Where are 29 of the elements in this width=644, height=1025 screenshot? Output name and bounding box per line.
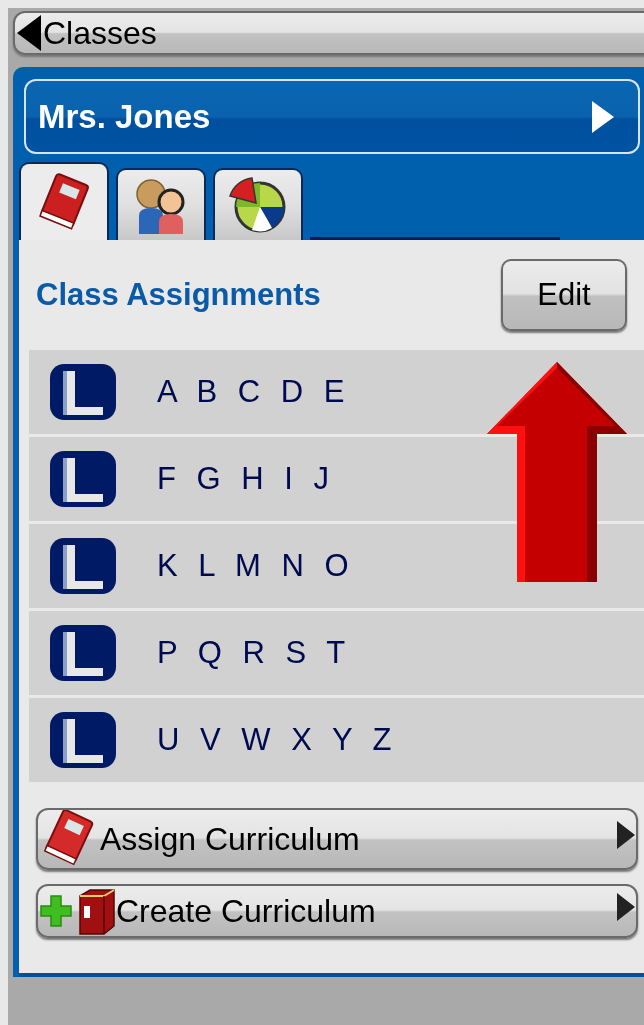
tab[interactable] xyxy=(116,168,206,240)
right-arrow-icon xyxy=(616,892,636,922)
assignment-label: K L M N O xyxy=(157,548,355,584)
assignment-label: F G H I J xyxy=(157,461,335,497)
tab[interactable] xyxy=(19,162,109,240)
assignment-item[interactable]: A B C D E xyxy=(29,350,644,434)
assignment-label: P Q R S T xyxy=(157,635,352,671)
plus-icon xyxy=(38,893,74,929)
assignment-item[interactable]: P Q R S T xyxy=(29,611,644,695)
assignment-item[interactable]: U V W X Y Z xyxy=(29,698,644,782)
edit-button[interactable]: Edit xyxy=(501,259,627,331)
assignment-label: U V W X Y Z xyxy=(157,722,398,758)
right-arrow-icon xyxy=(616,820,636,850)
right-arrow-icon xyxy=(590,98,616,135)
create-curriculum-button[interactable]: Create Curriculum xyxy=(36,884,638,938)
book-icon xyxy=(76,886,116,936)
assign-curriculum-button[interactable]: Assign Curriculum xyxy=(36,808,638,870)
lesson-icon xyxy=(49,537,117,595)
lesson-icon xyxy=(49,450,117,508)
assignment-label: A B C D E xyxy=(157,374,351,410)
section-title: Class Assignments xyxy=(36,277,321,313)
back-button[interactable]: Classes xyxy=(13,11,644,55)
lesson-icon xyxy=(49,624,117,682)
lesson-icon xyxy=(49,363,117,421)
class-selector[interactable]: Mrs. Jones xyxy=(24,79,640,154)
left-arrow-icon xyxy=(15,13,43,53)
tab[interactable] xyxy=(213,168,303,240)
lesson-icon xyxy=(49,711,117,769)
assignment-item[interactable]: K L M N O xyxy=(29,524,644,608)
